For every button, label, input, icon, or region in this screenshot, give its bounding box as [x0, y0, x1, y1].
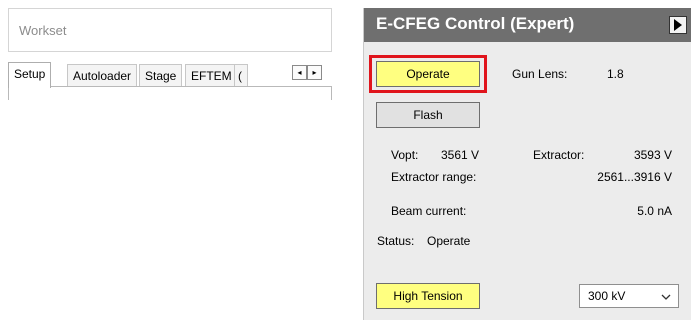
scroll-right-icon[interactable]: ▸ — [307, 65, 322, 80]
cfeg-header: E-CFEG Control (Expert) — [364, 8, 691, 42]
high-tension-button[interactable]: High Tension — [376, 283, 480, 309]
extractor-range-value: 2561...3916 V — [597, 170, 672, 184]
workset-header: Workset — [8, 8, 332, 52]
beam-current-value: 5.0 nA — [637, 204, 672, 218]
flash-button[interactable]: Flash — [376, 102, 480, 128]
tab-stage[interactable]: Stage — [139, 64, 183, 86]
high-tension-select[interactable]: 300 kV — [579, 284, 679, 308]
beam-current-label: Beam current: — [391, 204, 467, 218]
operate-button[interactable]: Operate — [376, 61, 480, 87]
extractor-range-label: Extractor range: — [391, 170, 477, 184]
extractor-label: Extractor: — [533, 148, 585, 162]
extractor-value: 3593 V — [633, 148, 672, 162]
screenshot: Workset Setup Autoloader Stage EFTEM ( ◂… — [0, 0, 691, 320]
expand-button[interactable] — [669, 16, 687, 34]
scroll-left-icon[interactable]: ◂ — [292, 65, 307, 80]
tab-autoloader[interactable]: Autoloader — [67, 64, 138, 86]
workset-title: Workset — [19, 23, 67, 38]
chevron-down-icon — [661, 294, 671, 300]
gun-lens-label: Gun Lens: — [512, 67, 568, 81]
tab-setup[interactable]: Setup — [8, 62, 52, 88]
gun-lens-value: 1.8 — [607, 67, 624, 81]
workset-panel: Workset Setup Autoloader Stage EFTEM ( ◂… — [8, 8, 332, 100]
expand-arrow-icon — [674, 19, 682, 31]
cfeg-title: E-CFEG Control (Expert) — [376, 14, 575, 33]
vopt-label: Vopt: — [391, 148, 419, 162]
cfeg-control-panel: E-CFEG Control (Expert) Operate Gun Lens… — [363, 8, 691, 320]
status-value: Operate — [427, 234, 471, 248]
workset-tab-body — [8, 87, 332, 100]
workset-tab-strip: Setup Autoloader Stage EFTEM ( ◂ ▸ — [8, 62, 332, 88]
tab-overflow[interactable]: ( — [234, 64, 248, 86]
tab-eftem[interactable]: EFTEM — [185, 64, 238, 86]
vopt-value: 3561 V — [441, 148, 480, 162]
status-label: Status: — [377, 234, 415, 248]
high-tension-select-value: 300 kV — [588, 289, 626, 303]
